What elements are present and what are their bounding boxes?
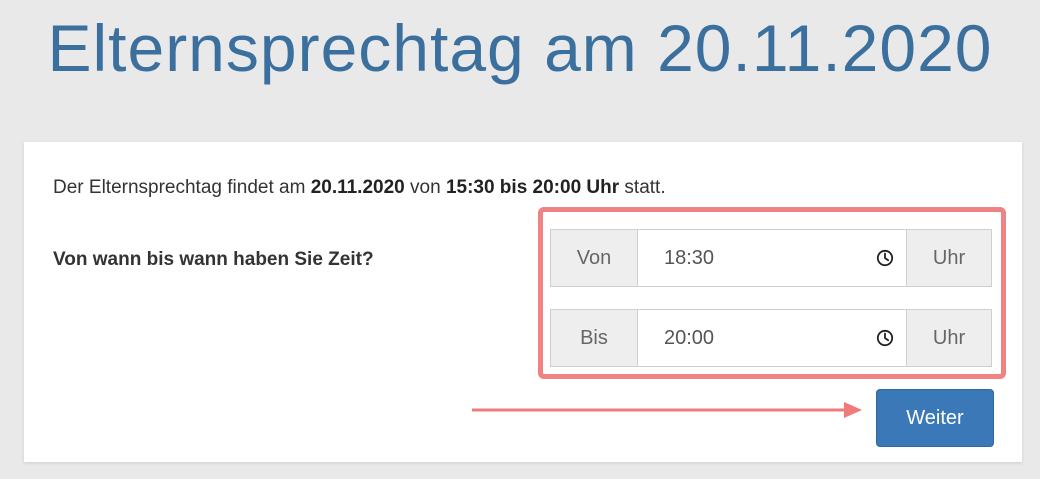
info-text-part1: Der Elternsprechtag findet am bbox=[53, 177, 311, 198]
info-time-range: 15:30 bis 20:00 Uhr bbox=[445, 177, 620, 198]
time-from-input[interactable]: 18:30 bbox=[638, 230, 906, 286]
time-from-unit: Uhr bbox=[906, 230, 991, 286]
time-to-input[interactable]: 20:00 bbox=[638, 310, 906, 366]
availability-question: Von wann bis wann haben Sie Zeit? bbox=[53, 249, 374, 270]
time-from-group: Von 18:30 Uhr bbox=[550, 229, 992, 287]
clock-icon[interactable] bbox=[876, 329, 894, 347]
time-from-value: 18:30 bbox=[664, 246, 715, 269]
page-title: Elternsprechtag am 20.11.2020 bbox=[47, 11, 993, 85]
info-text-part2: von bbox=[404, 177, 446, 198]
info-text-part3: statt. bbox=[619, 177, 666, 198]
clock-icon[interactable] bbox=[876, 249, 894, 267]
next-button[interactable]: Weiter bbox=[876, 389, 994, 447]
info-text: Der Elternsprechtag findet am 20.11.2020… bbox=[53, 177, 666, 199]
time-to-group: Bis 20:00 Uhr bbox=[550, 309, 992, 367]
form-card: Der Elternsprechtag findet am 20.11.2020… bbox=[24, 142, 1022, 462]
arrow-right-icon bbox=[472, 402, 862, 418]
time-to-label: Bis bbox=[551, 310, 638, 366]
time-to-value: 20:00 bbox=[664, 326, 715, 349]
info-date: 20.11.2020 bbox=[310, 177, 405, 198]
time-from-label: Von bbox=[551, 230, 638, 286]
time-to-unit: Uhr bbox=[906, 310, 991, 366]
